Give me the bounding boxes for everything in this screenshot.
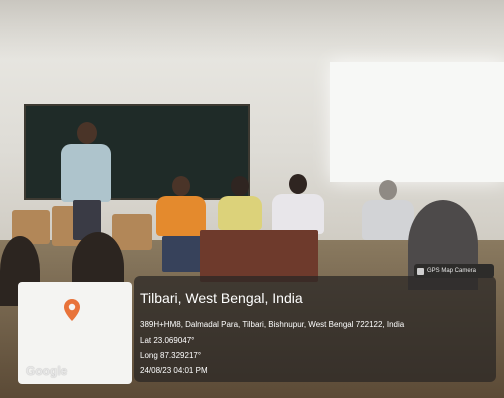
speaker-table	[200, 230, 318, 282]
wall-stain	[0, 0, 504, 60]
panel-person-yellow	[216, 176, 264, 236]
address-line: 389H+HM8, Dalmadal Para, Tilbari, Bishnu…	[140, 320, 405, 329]
panel-person-grey	[360, 180, 416, 244]
datetime-line: 24/08/23 04:01 PM	[140, 366, 208, 375]
panel-person-white	[270, 174, 326, 238]
map-pin-icon	[64, 299, 80, 321]
photo-stage: Google GPS Map Camera Tilbari, West Beng…	[0, 0, 504, 398]
projector-screen	[330, 62, 504, 182]
map-thumbnail[interactable]: Google	[18, 282, 132, 384]
location-title: Tilbari, West Bengal, India	[140, 290, 303, 306]
google-logo: Google	[26, 364, 68, 378]
gps-map-camera-badge: GPS Map Camera	[414, 264, 494, 278]
latitude-line: Lat 23.069047°	[140, 336, 195, 345]
camera-icon	[417, 267, 424, 275]
badge-label: GPS Map Camera	[427, 268, 477, 274]
longitude-line: Long 87.329217°	[140, 351, 202, 360]
speaker-person	[55, 122, 115, 240]
